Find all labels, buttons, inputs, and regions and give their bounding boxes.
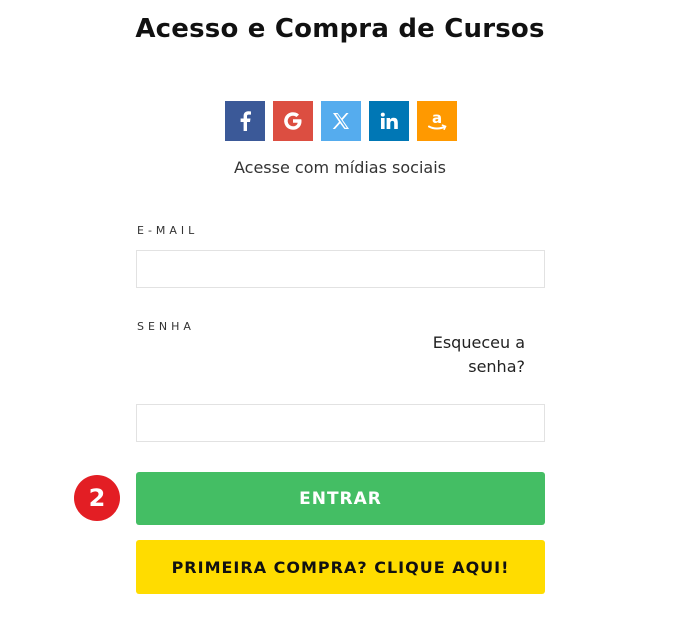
password-label: SENHA: [137, 320, 195, 333]
step-number-badge: 2: [74, 475, 120, 521]
google-login-button[interactable]: [273, 101, 313, 141]
facebook-login-button[interactable]: [225, 101, 265, 141]
amazon-login-button[interactable]: a: [417, 101, 457, 141]
email-label: E-MAIL: [137, 224, 199, 237]
amazon-icon: a: [426, 109, 448, 133]
facebook-icon: [239, 111, 251, 131]
page-title: Acesso e Compra de Cursos: [135, 14, 545, 44]
email-field[interactable]: [136, 250, 545, 288]
first-purchase-button[interactable]: PRIMEIRA COMPRA? CLIQUE AQUI!: [136, 540, 545, 594]
enter-button[interactable]: ENTRAR: [136, 472, 545, 525]
password-field[interactable]: [136, 404, 545, 442]
x-icon: [332, 112, 350, 130]
linkedin-icon: [380, 112, 398, 130]
social-login-caption: Acesse com mídias sociais: [234, 158, 446, 177]
x-login-button[interactable]: [321, 101, 361, 141]
google-icon: [283, 111, 303, 131]
forgot-password-line-2: senha?: [468, 357, 525, 376]
social-login-row: a: [225, 101, 457, 141]
forgot-password-line-1: Esqueceu a: [432, 333, 525, 352]
linkedin-login-button[interactable]: [369, 101, 409, 141]
forgot-password-link[interactable]: Esqueceu a senha?: [410, 331, 525, 379]
svg-text:a: a: [432, 109, 442, 127]
